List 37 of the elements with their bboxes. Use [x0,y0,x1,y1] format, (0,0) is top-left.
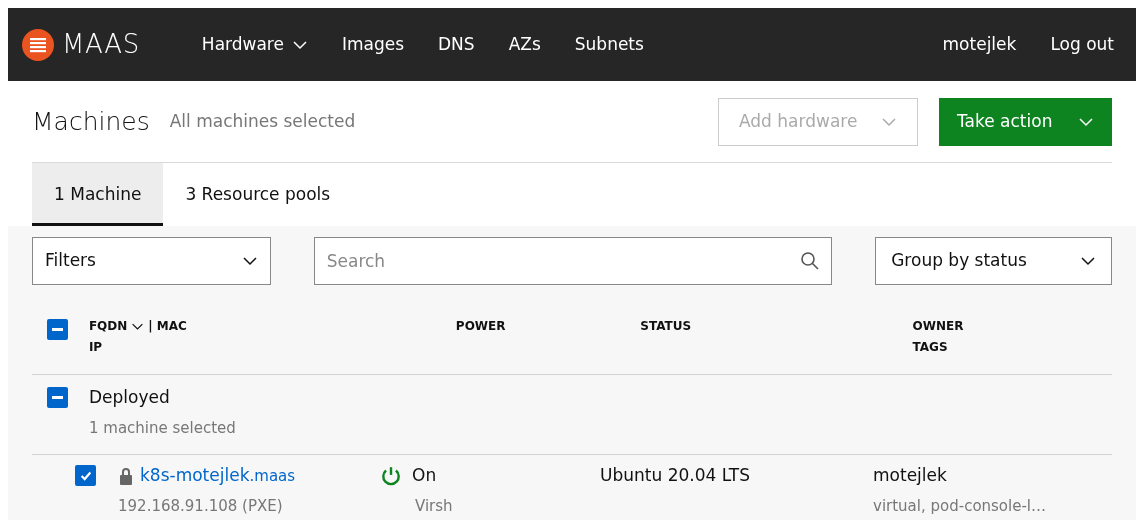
machine-link[interactable]: k8s-motejlek.maas [140,463,296,489]
page-title: Machines [32,105,150,138]
nav-link[interactable]: AZs [508,31,541,58]
column-header[interactable]: | MAC [148,317,187,335]
filters-select[interactable]: Filters [32,237,271,285]
ip-address: 192.168.91.108 (PXE) [118,495,284,517]
column-header[interactable]: STATUS [640,317,692,335]
column-header[interactable]: FQDN [88,317,128,335]
status-text: Ubuntu 20.04 LTS [600,465,750,485]
nav-link[interactable]: Hardware [201,31,308,58]
take-action-button[interactable]: Take action [939,97,1112,146]
tab[interactable]: 3 Resource pools [163,163,353,226]
logout-link[interactable]: Log out [1050,31,1114,58]
power-state: On [412,464,437,487]
search-icon [800,251,821,271]
power-type: Virsh [415,495,454,517]
checkbox[interactable] [47,387,68,408]
logo-text: MAAS [62,28,140,61]
column-header[interactable]: TAGS [912,338,948,356]
logo-icon [22,28,54,61]
group-by-select[interactable]: Group by status [875,237,1112,285]
search-field[interactable]: Search [313,237,833,285]
tab[interactable]: 1 Machine [32,163,164,226]
column-header[interactable]: OWNER [912,317,964,335]
group-note: 1 machine selected [89,417,236,439]
selection-summary: All machines selected [169,109,356,133]
tags-text: virtual, pod-console-l… [873,495,1047,517]
column-header[interactable]: POWER [455,317,506,335]
nav-link[interactable]: Subnets [574,31,644,58]
user-link[interactable]: motejlek [942,31,1017,58]
checkbox[interactable] [75,465,96,486]
group-title: Deployed [89,386,171,409]
checkbox[interactable] [47,319,68,340]
nav-link[interactable]: DNS [438,31,475,58]
owner-text: motejlek [873,464,948,487]
column-header[interactable]: IP [88,338,103,356]
nav-link[interactable]: Images [341,31,405,58]
